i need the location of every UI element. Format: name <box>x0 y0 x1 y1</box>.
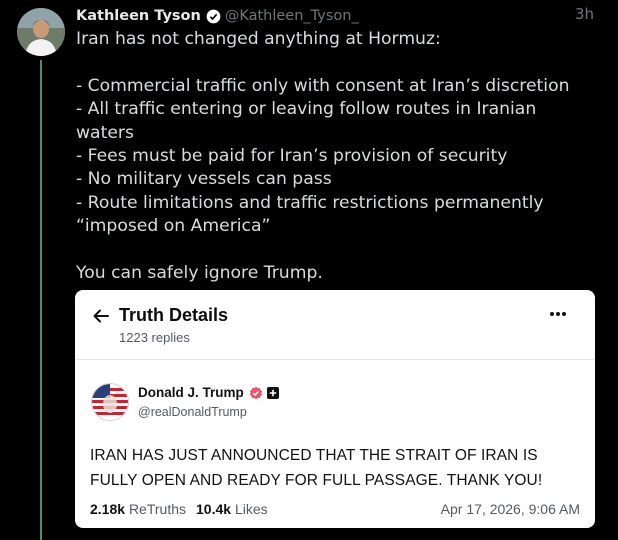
more-horizontal-icon <box>550 312 566 316</box>
post-blank-line <box>76 51 606 74</box>
post-line: - All traffic entering or leaving follow… <box>76 99 537 120</box>
retruths-label: ReTruths <box>128 501 186 517</box>
embedded-truth-screenshot[interactable]: Truth Details 1223 replies Donald J. Tru… <box>75 290 595 528</box>
author-avatar[interactable] <box>17 8 65 56</box>
verified-badge-icon <box>206 9 221 23</box>
post-line: waters <box>76 122 134 143</box>
truth-author-handle: @realDonaldTrump <box>138 405 247 419</box>
verified-badge-icon <box>249 386 262 399</box>
likes-stat: 10.4k Likes <box>196 501 268 517</box>
plus-icon <box>266 386 279 399</box>
post-blank-line <box>76 239 606 262</box>
truth-author-avatar <box>91 383 129 421</box>
post-header: Kathleen Tyson @Kathleen_Tyson_ 3h <box>76 5 594 27</box>
avatar-photo <box>17 8 65 56</box>
arrow-left-icon <box>93 309 109 323</box>
truth-text-line: FULLY OPEN AND READY FOR FULL PASSAGE. T… <box>90 472 543 489</box>
post-line: - Commercial traffic only with consent a… <box>76 75 570 96</box>
post-line: Iran has not changed anything at Hormuz: <box>76 29 441 49</box>
likes-label: Likes <box>234 501 268 517</box>
retruths-stat: 2.18k ReTruths <box>90 501 186 517</box>
truth-author-name: Donald J. Trump <box>138 385 244 400</box>
post-line: - Fees must be paid for Iran’s provision… <box>76 146 508 167</box>
post-line: - Route limitations and traffic restrict… <box>76 192 544 213</box>
truth-author-row: Donald J. Trump <box>138 385 279 400</box>
author-name[interactable]: Kathleen Tyson <box>76 8 201 24</box>
likes-count: 10.4k <box>196 501 232 517</box>
post-body: Iran has not changed anything at Hormuz:… <box>76 28 606 285</box>
post-timestamp[interactable]: 3h <box>575 5 594 23</box>
truth-text: IRAN HAS JUST ANNOUNCED THAT THE STRAIT … <box>90 443 585 493</box>
truth-stats: 2.18k ReTruths 10.4k Likes <box>90 501 268 517</box>
card-divider <box>75 359 595 360</box>
retruths-count: 2.18k <box>90 501 126 517</box>
author-handle[interactable]: @Kathleen_Tyson_ <box>225 8 359 24</box>
replies-count: 1223 replies <box>119 330 190 345</box>
card-title: Truth Details <box>119 305 229 325</box>
post-line: You can safely ignore Trump. <box>76 263 323 284</box>
post-line: “imposed on America” <box>76 216 271 237</box>
truth-date: Apr 17, 2026, 9:06 AM <box>440 501 580 517</box>
post-line: - No military vessels can pass <box>76 169 332 190</box>
avatar-photo <box>92 384 128 420</box>
thread-line <box>40 60 42 540</box>
truth-text-line: IRAN HAS JUST ANNOUNCED THAT THE STRAIT … <box>90 447 538 464</box>
